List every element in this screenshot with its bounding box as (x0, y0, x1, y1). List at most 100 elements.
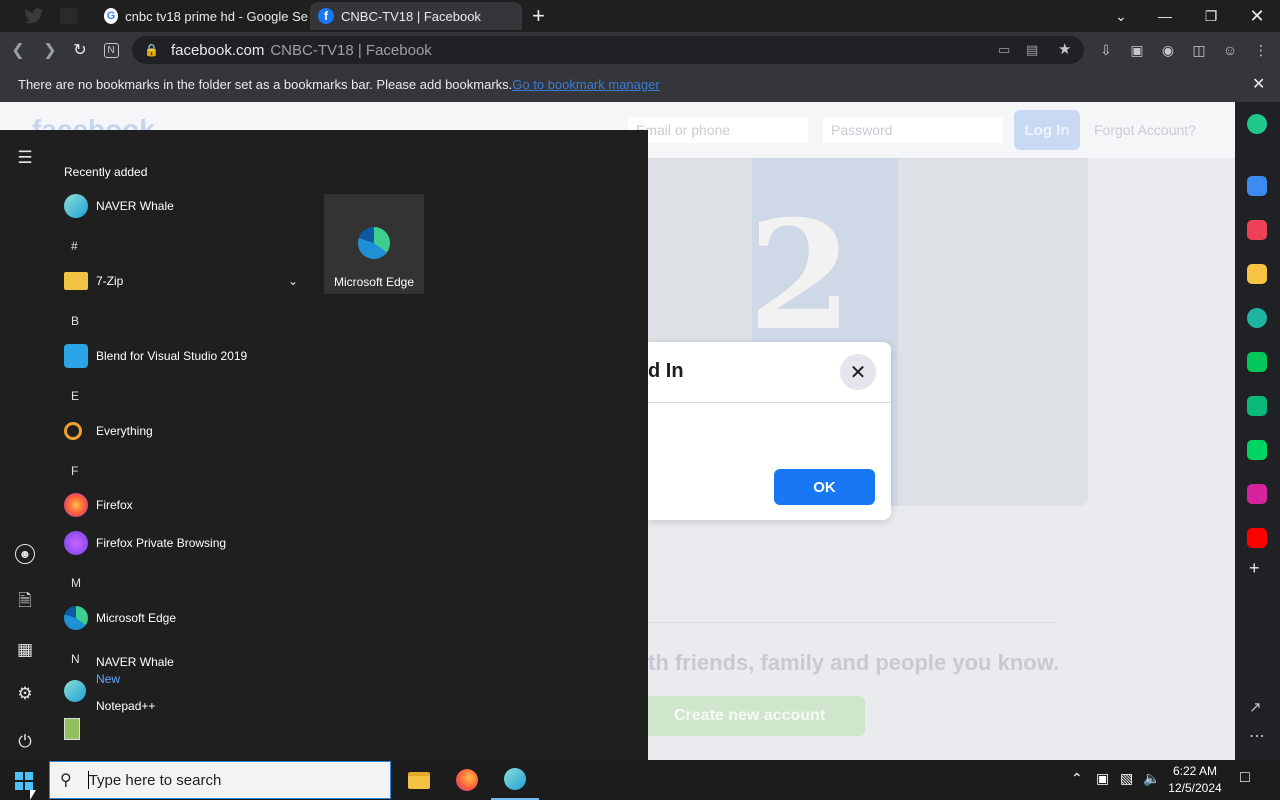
email-field[interactable]: Email or phone (628, 117, 808, 143)
app-firefox[interactable]: Firefox (64, 491, 133, 519)
green-circle-icon[interactable] (1247, 114, 1267, 134)
section-f[interactable]: F (71, 464, 78, 478)
create-account-button[interactable]: Create new account (648, 696, 865, 736)
stock-chart-icon[interactable] (1247, 396, 1267, 416)
firefox-icon (64, 493, 88, 517)
taskbar-search-input[interactable]: ⚲ Type here to search (49, 761, 391, 799)
pocket-icon[interactable] (1247, 220, 1267, 240)
folder-icon (64, 272, 88, 290)
capture-icon[interactable]: ▣ (1127, 40, 1147, 60)
address-bar[interactable]: 🔒 facebook.com CNBC-TV18 | Facebook ▭ ▤ … (132, 36, 1084, 64)
add-sidebar-icon[interactable]: + (1249, 558, 1260, 579)
clock-date: 12/5/2024 (1168, 781, 1222, 795)
app-label: NAVER Whale (96, 655, 174, 669)
firefox-taskbar-icon[interactable] (443, 760, 491, 800)
settings-gear-icon[interactable]: ⚙ (15, 684, 35, 704)
app-naver-whale-recent[interactable]: NAVER Whale (64, 192, 174, 220)
profile-icon[interactable]: ☺ (1220, 40, 1240, 60)
wallet-icon[interactable] (1247, 176, 1267, 196)
forward-icon[interactable]: ❯ (38, 38, 62, 62)
download-icon[interactable]: ⇩ (1096, 40, 1116, 60)
tab-placeholder-icon[interactable] (60, 8, 78, 24)
login-dialog: d In ✕ OK (648, 342, 891, 520)
section-m[interactable]: M (71, 576, 81, 590)
forgot-account-link[interactable]: Forgot Account? (1094, 122, 1196, 138)
new-tab-button[interactable]: + (532, 3, 545, 29)
app-label: Notepad++ (96, 699, 156, 713)
app-7zip[interactable]: 7-Zip ⌄ (64, 267, 304, 295)
favorites-star-icon[interactable] (1247, 264, 1267, 284)
url-host: facebook.com (170, 41, 265, 59)
password-field[interactable]: Password (823, 117, 1003, 143)
install-icon[interactable]: ▤ (1026, 42, 1038, 58)
app-notepad[interactable]: Notepad++ (96, 692, 155, 720)
tab-title: CNBC-TV18 | Facebook (341, 8, 481, 24)
instagram-icon[interactable] (1247, 484, 1267, 504)
tab-google-search[interactable]: G cnbc tv18 prime hd - Google Se (96, 2, 308, 30)
bookmark-manager-link[interactable]: Go to bookmark manager (512, 77, 659, 92)
pictures-icon[interactable]: ▦ (15, 640, 35, 660)
login-button[interactable]: Log In (1014, 110, 1080, 150)
system-clock[interactable]: 6:22 AM 12/5/2024 (1160, 763, 1230, 797)
whale-taskbar-icon[interactable] (491, 760, 539, 800)
notification-center-icon[interactable]: □ (1240, 769, 1250, 787)
twitter-icon[interactable] (24, 7, 44, 25)
webtoon-icon[interactable] (1247, 440, 1267, 460)
tab-strip: G cnbc tv18 prime hd - Google Se f CNBC-… (0, 0, 1280, 32)
section-hash[interactable]: # (71, 239, 78, 253)
open-external-icon[interactable]: ↗ (1249, 698, 1262, 716)
menu-dots-icon[interactable]: ⋮ (1251, 40, 1271, 60)
restore-button[interactable]: ❐ (1188, 0, 1234, 32)
network-icon[interactable]: ▧ (1120, 770, 1133, 787)
hero-graphic: 2 (748, 188, 853, 364)
start-menu-rail: ☰ ☻ 🗎 ▦ ⚙ ⏻ (0, 130, 50, 760)
whale-icon[interactable] (1247, 308, 1267, 328)
tab-title: cnbc tv18 prime hd - Google Se (125, 8, 308, 24)
tab-search-chevron-icon[interactable]: ⌄ (1098, 0, 1144, 32)
section-b[interactable]: B (71, 314, 79, 328)
minimize-button[interactable]: — (1142, 0, 1188, 32)
app-blend[interactable]: Blend for Visual Studio 2019 (64, 342, 247, 370)
naver-n-icon[interactable] (1247, 352, 1267, 372)
naver-icon[interactable]: N (99, 38, 123, 62)
power-icon[interactable]: ⏻ (15, 732, 35, 752)
app-firefox-private[interactable]: Firefox Private Browsing (64, 529, 226, 557)
chevron-down-icon[interactable]: ⌄ (288, 274, 298, 288)
browser-sidebar: + ↗ ⋯ (1235, 102, 1280, 760)
user-account-icon[interactable]: ☻ (15, 544, 35, 564)
file-explorer-icon[interactable] (395, 760, 443, 800)
firefox-private-icon (64, 531, 88, 555)
edge-icon (358, 227, 390, 259)
more-dots-icon[interactable]: ⋯ (1249, 726, 1265, 746)
edge-icon (64, 606, 88, 630)
screenshot-icon[interactable]: ◉ (1158, 40, 1178, 60)
section-e[interactable]: E (71, 389, 79, 403)
tab-facebook[interactable]: f CNBC-TV18 | Facebook (310, 2, 522, 30)
reload-icon[interactable]: ↻ (68, 38, 92, 62)
ok-button[interactable]: OK (774, 469, 875, 505)
sidebar-toggle-icon[interactable]: ◫ (1189, 40, 1209, 60)
youtube-icon[interactable] (1247, 528, 1267, 548)
show-hidden-icons-chevron-icon[interactable]: ⌃ (1071, 770, 1083, 787)
dialog-close-button[interactable]: ✕ (840, 354, 876, 390)
edge-tile[interactable]: Microsoft Edge (324, 194, 424, 294)
documents-icon[interactable]: 🗎 (15, 591, 35, 612)
defender-icon[interactable]: ▣ (1096, 770, 1109, 787)
whale-app-icon (64, 194, 88, 218)
bookmark-star-icon[interactable]: ★ (1058, 40, 1071, 58)
app-microsoft-edge[interactable]: Microsoft Edge (64, 604, 176, 632)
close-window-button[interactable]: ✕ (1234, 0, 1280, 32)
search-icon: ⚲ (60, 772, 72, 789)
cast-icon[interactable]: ▭ (998, 42, 1010, 58)
windows-start-icon[interactable] (15, 772, 33, 790)
volume-muted-icon[interactable]: 🔈 (1143, 770, 1160, 787)
app-label: Everything (96, 424, 153, 438)
hamburger-icon[interactable]: ☰ (15, 148, 35, 168)
dialog-divider (648, 402, 891, 403)
close-bookmark-bar-icon[interactable]: ✕ (1252, 74, 1265, 94)
mouse-cursor (30, 790, 36, 800)
app-everything[interactable]: Everything (64, 417, 153, 445)
section-n[interactable]: N (71, 652, 80, 666)
back-icon[interactable]: ❮ (6, 38, 30, 62)
browser-toolbar: ❮ ❯ ↻ N 🔒 facebook.com CNBC-TV18 | Faceb… (0, 32, 1280, 68)
